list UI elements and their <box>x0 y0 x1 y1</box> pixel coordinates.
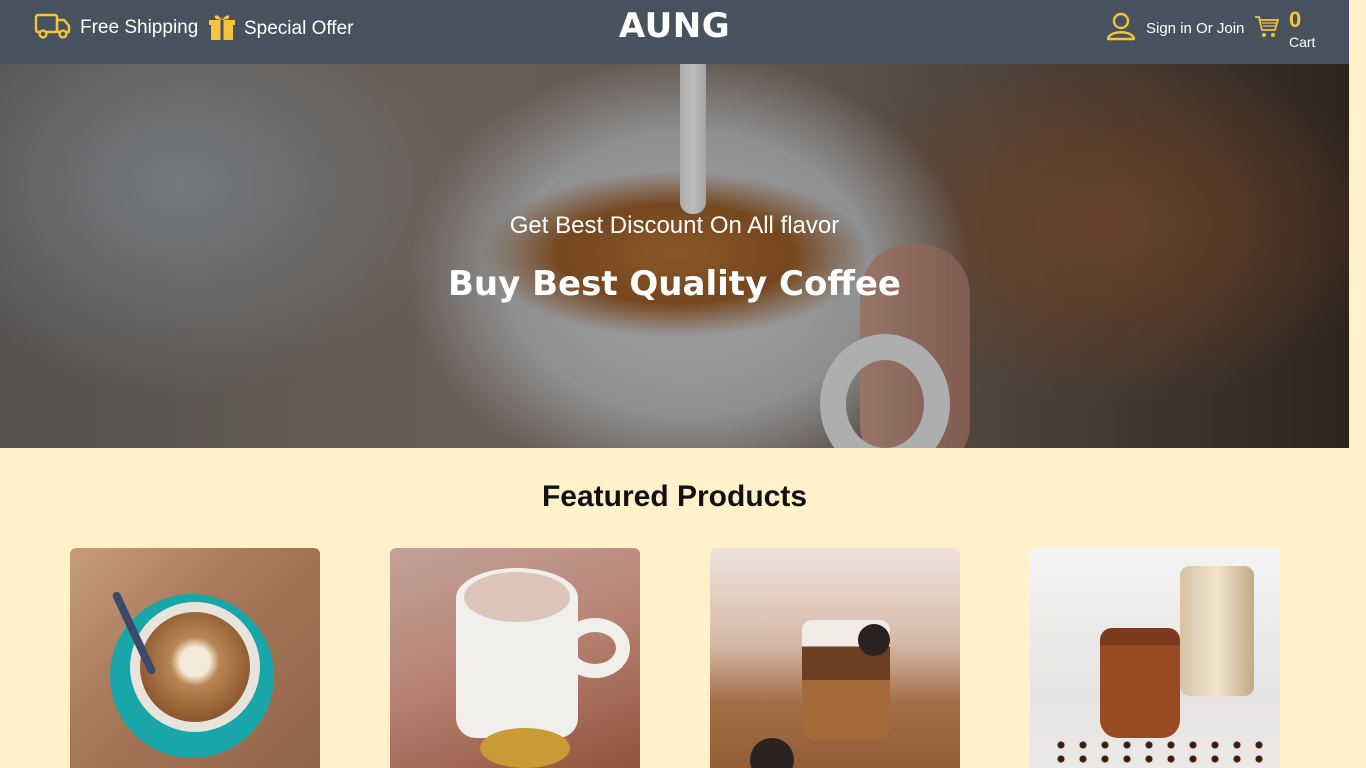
product-image-glass <box>1100 628 1180 738</box>
product-image-coffee-beans <box>1050 738 1270 768</box>
special-offer-promo[interactable]: Special Offer <box>208 12 353 46</box>
hero-title: Buy Best Quality Coffee <box>447 264 901 304</box>
product-card-protein-coffee[interactable] <box>1030 548 1280 768</box>
truck-icon <box>34 12 72 44</box>
product-image-milk <box>464 572 570 622</box>
cart-button[interactable]: 0 Cart <box>1254 5 1324 57</box>
product-card-latte[interactable] <box>70 548 320 768</box>
product-image-latte-art <box>140 612 250 722</box>
sign-in-label: Sign in Or Join <box>1146 19 1245 37</box>
hero-subtitle: Get Best Discount On All flavor <box>509 212 840 239</box>
user-icon <box>1106 11 1136 45</box>
hero-image-cup-handle <box>820 334 950 448</box>
cart-icon <box>1254 15 1280 43</box>
featured-products-heading: Featured Products <box>541 480 808 513</box>
free-shipping-label: Free Shipping <box>80 17 199 38</box>
product-image-pinecone <box>480 728 570 768</box>
hero-banner: Get Best Discount On All flavor Buy Best… <box>0 64 1349 448</box>
product-image-protein-can <box>1180 566 1254 696</box>
product-card-iced-mocha[interactable] <box>710 548 960 768</box>
product-card-milk-tea[interactable] <box>390 548 640 768</box>
gift-icon <box>208 12 236 46</box>
hero-image-milk-stream <box>680 64 706 214</box>
site-header: Free Shipping Special Offer AUNG Sign in… <box>0 0 1349 64</box>
free-shipping-promo[interactable]: Free Shipping <box>34 12 198 44</box>
sign-in-link[interactable]: Sign in Or Join <box>1106 11 1244 45</box>
product-image-cookie-bottom <box>750 738 794 768</box>
cart-label: Cart <box>1289 34 1316 50</box>
product-image-cookie <box>858 624 890 656</box>
cart-count-badge: 0 <box>1289 7 1302 32</box>
brand-logo[interactable]: AUNG <box>619 6 730 46</box>
special-offer-label: Special Offer <box>244 18 354 39</box>
